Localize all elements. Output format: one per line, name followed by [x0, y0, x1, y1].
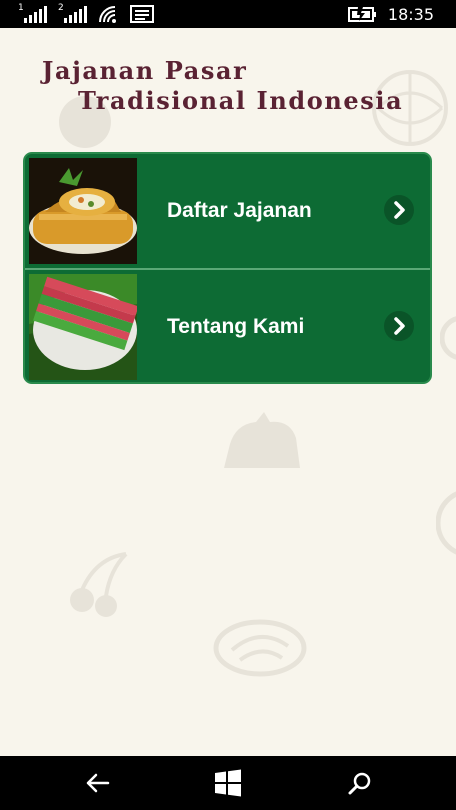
- app-title-line2: Tradisional Indonesia: [78, 86, 404, 115]
- sim2-label: 2: [58, 3, 64, 13]
- menu-item-tentang-kami[interactable]: Tentang Kami: [25, 268, 430, 382]
- plate-watermark-icon: [436, 491, 456, 555]
- layered-cake-photo: [29, 274, 137, 380]
- fried-spring-roll-photo: [29, 158, 137, 264]
- status-bar: 1 2 18:35: [0, 0, 456, 28]
- app-title: Jajanan Pasar Tradisional Indonesia: [42, 56, 403, 116]
- sim1-label: 1: [18, 3, 24, 13]
- clock: 18:35: [387, 4, 434, 24]
- leaf-watermark-icon: [440, 316, 456, 360]
- message-icon: [130, 5, 154, 23]
- menu-item-daftar-jajanan[interactable]: Daftar Jajanan: [25, 154, 430, 268]
- cherry-watermark-icon: [70, 552, 128, 617]
- menu-item-label: Tentang Kami: [167, 315, 305, 338]
- search-icon[interactable]: [344, 768, 376, 798]
- back-arrow-icon[interactable]: [82, 768, 114, 798]
- chevron-right-icon: [384, 195, 414, 225]
- wifi-icon: [98, 5, 120, 23]
- cake-watermark-icon: [213, 619, 307, 677]
- app-screen: Jajanan Pasar Tradisional Indonesia Daft…: [0, 28, 456, 756]
- chevron-right-icon: [384, 311, 414, 341]
- battery-charging-icon: [347, 5, 378, 23]
- main-menu: Daftar Jajanan Tentang Kami: [23, 152, 432, 384]
- windows-logo-icon[interactable]: [212, 768, 244, 798]
- navigation-bar: [0, 756, 456, 810]
- chicken-watermark-icon: [224, 412, 300, 468]
- signal-icon: 2: [58, 3, 88, 23]
- menu-item-label: Daftar Jajanan: [167, 199, 312, 222]
- signal-icon: 1: [18, 3, 48, 23]
- app-title-line1: Jajanan Pasar: [42, 56, 248, 85]
